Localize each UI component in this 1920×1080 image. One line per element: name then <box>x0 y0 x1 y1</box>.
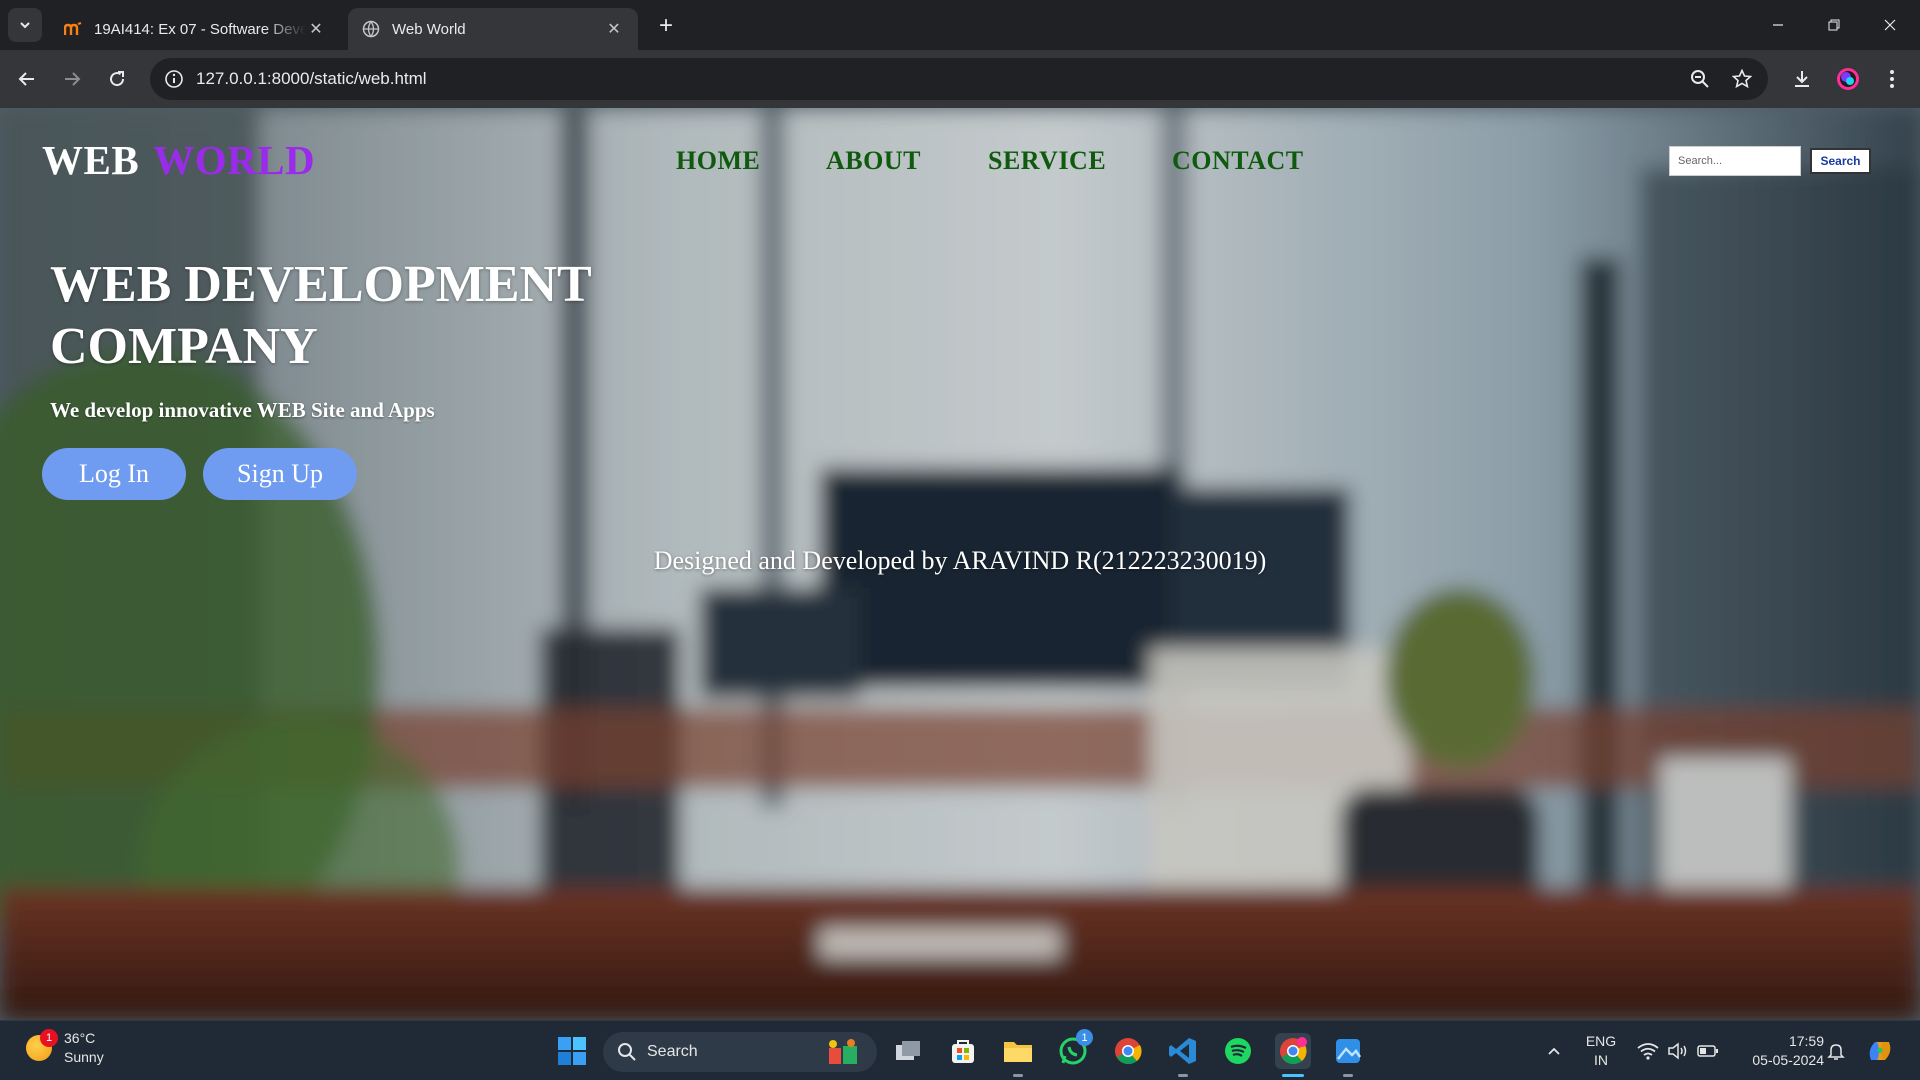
microsoft-store-icon[interactable] <box>945 1033 981 1069</box>
notification-bell-icon[interactable] <box>1818 1033 1854 1069</box>
chrome-profile-icon[interactable] <box>1275 1033 1311 1069</box>
site-logo[interactable]: WEB WORLD <box>42 136 315 184</box>
running-indicator <box>1178 1074 1188 1077</box>
moodle-favicon-icon <box>64 20 82 38</box>
hero-title: WEB DEVELOPMENT COMPANY <box>50 256 591 375</box>
close-window-icon[interactable] <box>1862 0 1918 50</box>
weather-widget[interactable]: 1 36°C Sunny <box>26 1029 104 1067</box>
weather-temp: 36°C <box>64 1030 96 1046</box>
weather-condition: Sunny <box>64 1049 104 1065</box>
zoom-icon[interactable] <box>1688 67 1712 91</box>
whatsapp-badge: 1 <box>1076 1029 1093 1046</box>
menu-dots-icon[interactable] <box>1878 65 1906 93</box>
back-arrow-icon[interactable] <box>11 63 43 95</box>
taskbar-search-label: Search <box>647 1043 698 1060</box>
clock-time: 17:59 <box>1788 1033 1824 1049</box>
nav-contact[interactable]: CONTACT <box>1172 146 1304 176</box>
language-indicator[interactable]: ENG IN <box>1580 1032 1622 1070</box>
nav-about[interactable]: ABOUT <box>826 146 921 176</box>
running-indicator <box>1013 1074 1023 1077</box>
login-button[interactable]: Log In <box>42 448 186 500</box>
taskbar: 1 36°C Sunny Search 1 ENG IN 17:59 05-05… <box>0 1020 1920 1080</box>
chrome-icon[interactable] <box>1110 1033 1146 1069</box>
active-indicator <box>1282 1074 1304 1077</box>
search-icon <box>618 1043 636 1061</box>
nav-service[interactable]: SERVICE <box>988 146 1106 176</box>
close-icon[interactable]: ✕ <box>306 19 326 39</box>
tab-web-world[interactable]: Web World ✕ <box>348 8 638 50</box>
vscode-icon[interactable] <box>1165 1033 1201 1069</box>
clock-date: 05-05-2024 <box>1752 1052 1824 1068</box>
chevron-up-icon[interactable] <box>1536 1033 1572 1069</box>
copilot-icon[interactable] <box>1862 1033 1898 1069</box>
page-viewport: WEB WORLD HOME ABOUT SERVICE CONTACT Sear… <box>0 108 1920 1020</box>
photos-icon[interactable] <box>1330 1033 1366 1069</box>
whatsapp-icon[interactable]: 1 <box>1055 1029 1093 1069</box>
notification-badge: 1 <box>40 1029 58 1047</box>
tab-software-dev[interactable]: 19AI414: Ex 07 - Software Deve ✕ <box>50 8 340 50</box>
spotify-icon[interactable] <box>1220 1033 1256 1069</box>
restore-icon[interactable] <box>1806 0 1862 50</box>
new-tab-icon[interactable]: + <box>652 12 680 40</box>
tab-search-button[interactable] <box>8 8 42 42</box>
browser-toolbar: 127.0.0.1:8000/static/web.html <box>0 50 1920 108</box>
site-info-icon[interactable] <box>162 67 186 91</box>
address-bar[interactable]: 127.0.0.1:8000/static/web.html <box>150 58 1768 100</box>
bookmark-star-icon[interactable] <box>1730 67 1754 91</box>
hero-subtitle: We develop innovative WEB Site and Apps <box>50 398 435 422</box>
task-view-icon[interactable] <box>890 1033 926 1069</box>
developer-credit: Designed and Developed by ARAVIND R(2122… <box>653 546 1267 575</box>
minimize-icon[interactable] <box>1750 0 1806 50</box>
reload-icon[interactable] <box>101 63 133 95</box>
logo-word-world: WORLD <box>153 137 316 183</box>
tab-title: Web World <box>392 20 466 38</box>
chevron-down-icon <box>20 22 30 29</box>
nav-home[interactable]: HOME <box>676 146 760 176</box>
download-icon[interactable] <box>1788 65 1816 93</box>
logo-word-web: WEB <box>42 137 140 183</box>
forward-arrow-icon[interactable] <box>56 63 88 95</box>
profile-avatar-icon[interactable] <box>1834 65 1862 93</box>
globe-icon <box>362 20 380 38</box>
windows-start-icon[interactable] <box>554 1033 590 1069</box>
tab-strip: 19AI414: Ex 07 - Software Deve ✕ Web Wor… <box>0 0 1920 50</box>
clock[interactable]: 17:59 05-05-2024 <box>1730 1032 1824 1070</box>
battery-icon[interactable] <box>1690 1033 1726 1069</box>
taskbar-search[interactable]: Search <box>603 1032 877 1072</box>
search-input[interactable] <box>1669 146 1801 176</box>
search-button[interactable]: Search <box>1810 148 1871 174</box>
sun-icon: 1 <box>26 1029 58 1061</box>
running-indicator <box>1343 1074 1353 1077</box>
tab-title: 19AI414: Ex 07 - Software Deve <box>94 20 306 38</box>
close-icon[interactable]: ✕ <box>604 19 624 39</box>
file-explorer-icon[interactable] <box>1000 1033 1036 1069</box>
search-highlight-icon <box>829 1039 857 1064</box>
url-text: 127.0.0.1:8000/static/web.html <box>196 69 427 88</box>
signup-button[interactable]: Sign Up <box>203 448 357 500</box>
